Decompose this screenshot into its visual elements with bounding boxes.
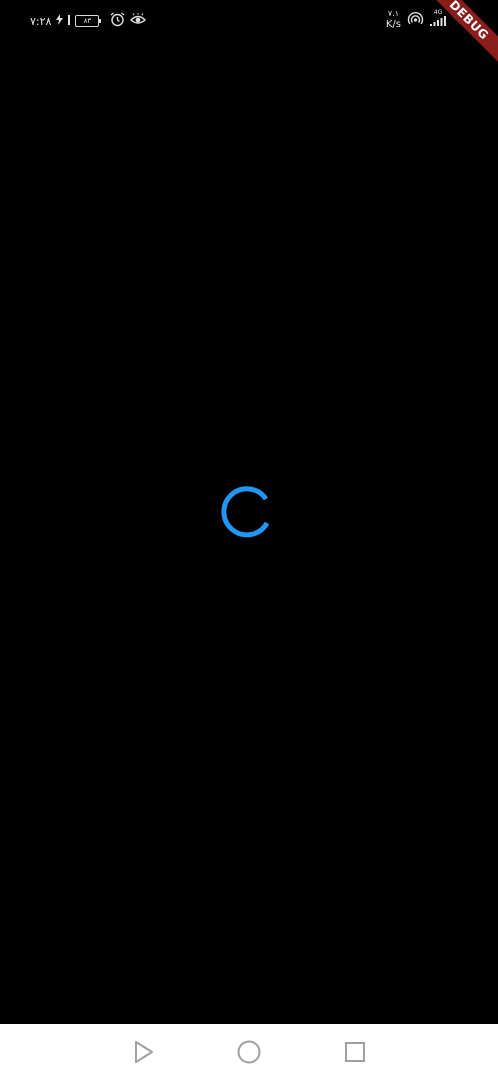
recents-square-icon <box>345 1042 365 1062</box>
recents-button[interactable] <box>342 1039 368 1065</box>
network-speed-unit: K/s <box>385 19 401 30</box>
battery-divider-icon <box>68 14 71 28</box>
hotspot-icon <box>407 10 424 28</box>
status-left-group: ۷:۲۸ ۸۳ <box>30 12 147 30</box>
navigation-bar <box>0 1024 498 1080</box>
status-bar: ۷:۲۸ ۸۳ ۷.۱ K/s 4G DEBUG <box>0 0 498 66</box>
home-circle-icon <box>237 1040 261 1064</box>
loading-spinner <box>221 486 270 538</box>
network-speed-value: ۷.۱ <box>387 9 399 18</box>
battery-indicator: ۸۳ <box>75 15 102 27</box>
signal-icon <box>430 16 446 29</box>
back-button[interactable] <box>130 1039 156 1065</box>
back-triangle-icon <box>135 1041 153 1063</box>
signal-group: 4G <box>430 9 446 29</box>
eye-comfort-icon <box>130 13 147 29</box>
home-button[interactable] <box>236 1039 262 1065</box>
status-time: ۷:۲۸ <box>30 14 52 28</box>
network-type: 4G <box>433 9 443 16</box>
alarm-icon <box>110 12 125 30</box>
app-screen: ۷:۲۸ ۸۳ ۷.۱ K/s 4G DEBUG <box>0 0 498 1080</box>
charging-icon <box>56 14 64 28</box>
network-speed: ۷.۱ K/s <box>386 8 401 30</box>
